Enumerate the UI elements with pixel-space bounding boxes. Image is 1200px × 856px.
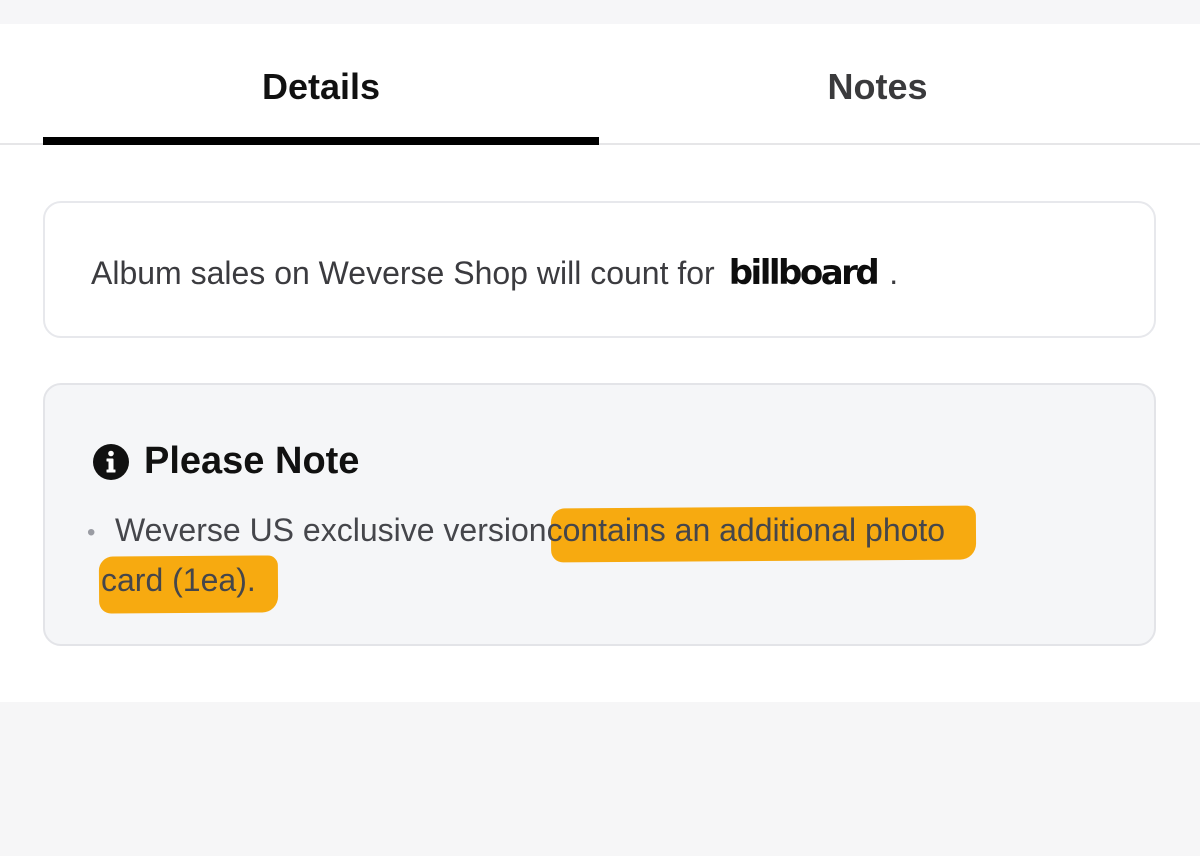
active-tab-indicator — [43, 137, 599, 145]
note-header: Please Note — [92, 440, 359, 483]
highlighted-text: card (1ea). — [101, 562, 256, 598]
billboard-notice: Album sales on Weverse Shop will count f… — [91, 253, 898, 293]
note-text-line-2: card (1ea). — [101, 562, 256, 599]
note-text-plain: Weverse US exclusive version — [115, 512, 547, 548]
highlighted-text: contains an additional photo — [546, 512, 946, 548]
tab-notes[interactable]: Notes — [599, 24, 1156, 145]
top-strip — [0, 0, 1200, 24]
billboard-notice-card: Album sales on Weverse Shop will count f… — [43, 201, 1156, 338]
please-note-card: Please Note • Weverse US exclusive versi… — [43, 383, 1156, 646]
note-title: Please Note — [144, 440, 360, 482]
billboard-notice-text: Album sales on Weverse Shop will count f… — [91, 255, 715, 291]
billboard-logo: billboard — [728, 253, 880, 293]
info-circle-icon — [93, 443, 129, 480]
tab-details[interactable]: Details — [43, 24, 599, 145]
billboard-notice-period: . — [889, 255, 899, 291]
note-text-line-1: Weverse US exclusive versioncontains an … — [115, 512, 945, 549]
bullet-dot: • — [87, 519, 96, 546]
tab-bar: Details Notes — [0, 24, 1200, 145]
bottom-background — [0, 702, 1200, 856]
